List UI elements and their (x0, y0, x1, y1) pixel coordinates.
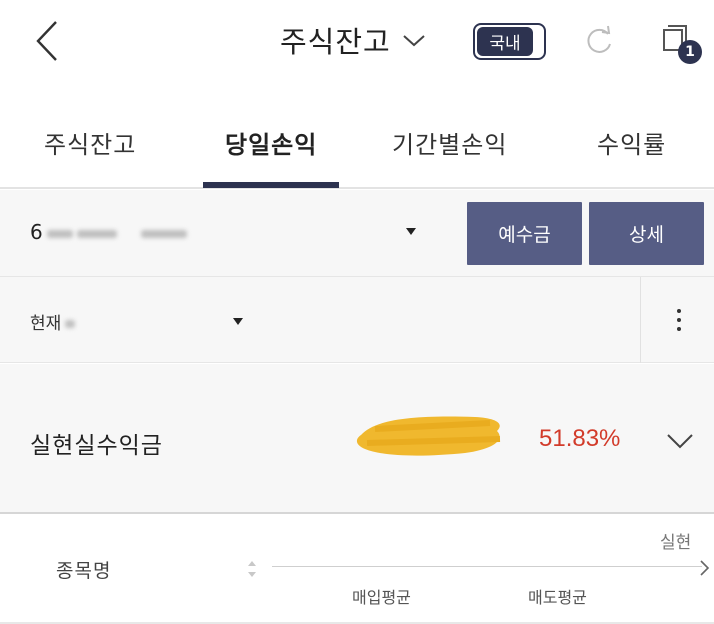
filter-select[interactable]: 현재 (30, 309, 76, 334)
back-icon (36, 21, 57, 61)
redacted-amount (356, 416, 501, 456)
masked-text (76, 229, 117, 238)
refresh-icon (587, 25, 611, 53)
tab-stock-balance[interactable]: 주식잔고 (44, 125, 136, 160)
window-count-badge: 1 (678, 40, 702, 64)
account-number: 6 (30, 220, 43, 244)
profit-rate: 51.83% (539, 425, 621, 452)
detail-button[interactable]: 상세 (589, 202, 704, 265)
top-app-bar: 주식잔고 국내 1 (0, 0, 714, 90)
column-realized: 실현 (660, 533, 692, 553)
divider (640, 277, 641, 363)
filter-selected-value: 현재 (30, 314, 62, 334)
header-divider (272, 566, 702, 567)
domestic-toggle[interactable]: 국내 (473, 23, 546, 60)
window-switch-button[interactable]: 1 (658, 22, 704, 66)
back-button[interactable] (30, 18, 66, 64)
chevron-down-icon (403, 35, 425, 47)
realized-profit-summary: 실현실수익금 51.83% (0, 364, 714, 514)
refresh-button[interactable] (580, 22, 618, 60)
masked-text (140, 229, 187, 238)
summary-label: 실현실수익금 (30, 433, 163, 459)
column-header-row: 종목명 매입평균 매도평균 실현 (0, 514, 714, 624)
sort-icon[interactable] (246, 558, 258, 580)
active-tab-indicator (203, 182, 339, 188)
page-title: 주식잔고 (280, 25, 391, 59)
tab-return-rate[interactable]: 수익률 (597, 125, 666, 160)
tab-period-pnl[interactable]: 기간별손익 (392, 125, 507, 160)
column-buy-average: 매입평균 (352, 588, 411, 607)
account-selector[interactable]: 6 (30, 220, 187, 244)
more-options-icon[interactable] (668, 305, 690, 335)
filter-row: 현재 (0, 277, 714, 363)
chevron-down-icon[interactable] (666, 432, 694, 450)
column-sell-average: 매도평균 (528, 588, 587, 607)
column-stock-name[interactable]: 종목명 (56, 556, 111, 583)
tab-daily-pnl[interactable]: 당일손익 (225, 125, 317, 160)
chevron-right-icon[interactable] (698, 558, 710, 578)
caret-down-icon[interactable] (406, 228, 416, 236)
deposit-button[interactable]: 예수금 (467, 202, 582, 265)
masked-text (46, 229, 73, 238)
tab-bar: 주식잔고 당일손익 기간별손익 수익률 (0, 105, 714, 189)
caret-down-icon[interactable] (233, 318, 243, 326)
title-dropdown[interactable]: 주식잔고 (280, 20, 427, 60)
toggle-label: 국내 (477, 27, 533, 56)
masked-text (65, 320, 76, 328)
